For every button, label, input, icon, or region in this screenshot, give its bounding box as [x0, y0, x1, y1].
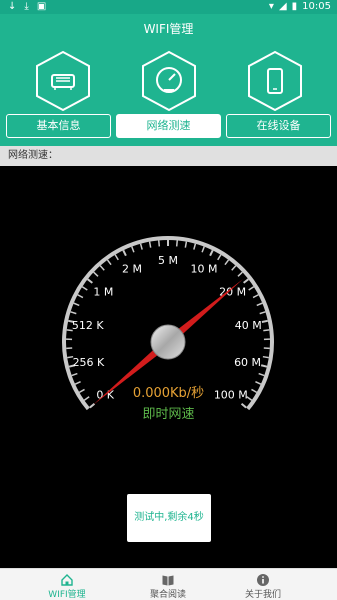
gauge-tick-label: 512 K: [72, 319, 104, 332]
gauge-tick-label: 256 K: [73, 356, 105, 369]
gauge-tick: [106, 259, 112, 266]
gauge-hub: [150, 324, 186, 360]
gauge-tick: [193, 243, 197, 250]
gauge-tick: [252, 294, 259, 299]
gauge-tick: [73, 302, 80, 307]
gauge-tick: [93, 271, 99, 277]
gauge-tick-label: 2 M: [122, 262, 142, 275]
gauge-tick: [258, 372, 265, 377]
gauge-tick: [139, 243, 143, 250]
gauge-tick-label: 40 M: [235, 319, 262, 332]
speedometer-icon[interactable]: [139, 50, 199, 112]
nav-about-us[interactable]: 关于我们: [208, 569, 318, 600]
gauge-tick-label: 5 M: [158, 254, 178, 267]
tab-basic-info[interactable]: 基本信息: [6, 114, 111, 138]
battery-icon: ▮: [291, 1, 298, 12]
gauge-tick: [131, 246, 135, 253]
gauge-tick: [71, 372, 78, 377]
bottom-nav: WIFI管理 聚合阅读 关于我们: [0, 568, 337, 600]
gauge-tick: [122, 249, 127, 257]
test-status: 测试中,剩余4秒: [127, 494, 211, 542]
tab-bar: 基本信息 网络测速 在线设备: [0, 114, 337, 140]
gauge-tick: [231, 265, 237, 271]
gauge-tick: [261, 319, 268, 324]
nav-label: 聚合阅读: [149, 590, 186, 600]
gauge-tick: [237, 271, 243, 277]
status-bar: ↓ ⤓ ▣ ▾ ◢ ▮ 10:05: [0, 0, 337, 14]
nav-reading[interactable]: 聚合阅读: [113, 569, 223, 600]
gauge-tick: [243, 278, 249, 284]
gauge-tick-label: 1 M: [93, 286, 113, 299]
phone-icon[interactable]: [245, 50, 305, 112]
section-label: 网络测速：: [0, 146, 337, 166]
book-icon: [162, 575, 174, 586]
wifi-signal-icon: ▾: [268, 1, 274, 12]
gauge-tick: [217, 254, 222, 261]
gauge-tick: [70, 311, 77, 315]
gauge-tick: [260, 364, 268, 368]
gauge-tick: [87, 278, 93, 284]
gauge-tick: [81, 286, 88, 291]
speed-gauge-panel: 0 K256 K512 K1 M2 M5 M10 M20 M40 M60 M10…: [0, 166, 337, 568]
gauge-tick: [248, 286, 255, 291]
gauge-tick: [201, 246, 205, 253]
notification-box-icon: ▣: [36, 1, 47, 12]
gauge-tick: [256, 302, 263, 307]
gauge-tick: [184, 241, 188, 248]
gauge-tick: [158, 240, 161, 247]
download-icon: ⤓: [24, 1, 29, 12]
app-title: WIFI管理: [0, 14, 337, 44]
gauge-tick: [114, 254, 119, 261]
nav-wifi-manage[interactable]: WIFI管理: [12, 569, 122, 600]
gauge-tick-label: 10 M: [190, 262, 217, 275]
info-icon: [257, 574, 269, 586]
gauge-tick: [99, 265, 105, 271]
nav-label: WIFI管理: [48, 590, 86, 600]
clock: 10:05: [302, 1, 331, 12]
gauge-tick: [77, 294, 84, 299]
gauge-tick-label: 60 M: [234, 356, 261, 369]
nav-label: 关于我们: [244, 590, 281, 600]
gauge-tick: [259, 311, 266, 315]
gauge-tick: [148, 241, 152, 248]
gauge-tick: [175, 240, 178, 247]
home-icon: [61, 574, 73, 586]
speed-label: 即时网速: [142, 407, 195, 422]
router-icon[interactable]: [33, 50, 93, 112]
tab-speed-test[interactable]: 网络测速: [116, 114, 221, 138]
cell-signal-icon: ◢: [278, 1, 287, 12]
gauge-tick: [263, 329, 270, 332]
notification-arrow-icon: ↓: [8, 1, 17, 12]
gauge-tick: [209, 249, 214, 257]
tab-online-devices[interactable]: 在线设备: [226, 114, 331, 138]
gauge-tick: [262, 355, 269, 359]
gauge-tick: [224, 259, 230, 266]
speed-readout: 0.000Kb/秒: [132, 386, 205, 401]
